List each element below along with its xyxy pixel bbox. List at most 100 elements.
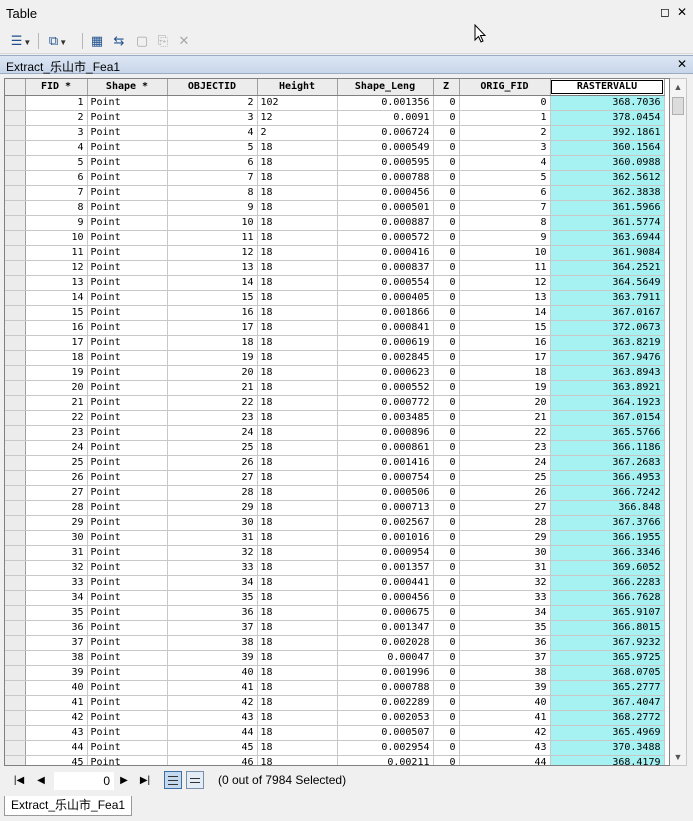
cell-shape-leng[interactable]: 0.002845 [337, 350, 434, 366]
table-row[interactable]: 21 Point 22 18 0.000772 0 20 364.1923 [5, 395, 665, 411]
cell-shape-leng[interactable]: 0.001016 [337, 530, 434, 546]
cell-height[interactable]: 18 [257, 635, 338, 651]
cell-z[interactable]: 0 [433, 275, 460, 291]
table-row[interactable]: 32 Point 33 18 0.001357 0 31 369.6052 [5, 560, 665, 576]
cell-height[interactable]: 18 [257, 200, 338, 216]
cell-orig-fid[interactable]: 6 [459, 185, 551, 201]
cell-shape-leng[interactable]: 0.000788 [337, 680, 434, 696]
cell-fid[interactable]: 41 [25, 695, 88, 711]
row-selector[interactable] [5, 275, 26, 291]
cell-orig-fid[interactable]: 36 [459, 635, 551, 651]
table-row[interactable]: 1 Point 2 102 0.001356 0 0 368.7036 [5, 95, 665, 111]
cell-z[interactable]: 0 [433, 425, 460, 441]
cell-orig-fid[interactable]: 34 [459, 605, 551, 621]
cell-orig-fid[interactable]: 40 [459, 695, 551, 711]
row-selector[interactable] [5, 695, 26, 711]
tab-close-icon[interactable]: ✕ [677, 57, 687, 71]
cell-rastervalu[interactable]: 367.3766 [550, 515, 665, 531]
cell-shape[interactable]: Point [87, 170, 168, 186]
cell-rastervalu[interactable]: 365.9107 [550, 605, 665, 621]
cell-rastervalu[interactable]: 362.5612 [550, 170, 665, 186]
cell-shape-leng[interactable]: 0.003485 [337, 410, 434, 426]
cell-shape-leng[interactable]: 0.000456 [337, 590, 434, 606]
cell-rastervalu[interactable]: 367.9476 [550, 350, 665, 366]
cell-z[interactable]: 0 [433, 350, 460, 366]
table-row[interactable]: 26 Point 27 18 0.000754 0 25 366.4953 [5, 470, 665, 486]
table-row[interactable]: 41 Point 42 18 0.002289 0 40 367.4047 [5, 695, 665, 711]
row-selector[interactable] [5, 560, 26, 576]
cell-z[interactable]: 0 [433, 95, 460, 111]
cell-shape[interactable]: Point [87, 365, 168, 381]
cell-rastervalu[interactable]: 363.8921 [550, 380, 665, 396]
cell-orig-fid[interactable]: 14 [459, 305, 551, 321]
cell-orig-fid[interactable]: 15 [459, 320, 551, 336]
cell-shape[interactable]: Point [87, 650, 168, 666]
row-selector[interactable] [5, 155, 26, 171]
cell-height[interactable]: 18 [257, 215, 338, 231]
cell-shape-leng[interactable]: 0.00211 [337, 755, 434, 765]
table-row[interactable]: 28 Point 29 18 0.000713 0 27 366.848 [5, 500, 665, 516]
dropdown-caret-icon[interactable]: ▼ [23, 38, 31, 47]
cell-fid[interactable]: 29 [25, 515, 88, 531]
cell-fid[interactable]: 38 [25, 650, 88, 666]
cell-shape-leng[interactable]: 0.000595 [337, 155, 434, 171]
cell-shape-leng[interactable]: 0.000837 [337, 260, 434, 276]
cell-orig-fid[interactable]: 37 [459, 650, 551, 666]
cell-objectid[interactable]: 36 [167, 605, 258, 621]
cell-rastervalu[interactable]: 366.1186 [550, 440, 665, 456]
cell-shape[interactable]: Point [87, 275, 168, 291]
cell-shape[interactable]: Point [87, 230, 168, 246]
table-row[interactable]: 27 Point 28 18 0.000506 0 26 366.7242 [5, 485, 665, 501]
cell-objectid[interactable]: 9 [167, 200, 258, 216]
cell-fid[interactable]: 25 [25, 455, 88, 471]
delete-selected-icon[interactable]: ✕ [176, 32, 192, 50]
cell-fid[interactable]: 10 [25, 230, 88, 246]
row-selector[interactable] [5, 545, 26, 561]
cell-rastervalu[interactable]: 368.4179 [550, 755, 665, 765]
cell-shape-leng[interactable]: 0.000506 [337, 485, 434, 501]
cell-z[interactable]: 0 [433, 155, 460, 171]
cell-objectid[interactable]: 38 [167, 635, 258, 651]
cell-objectid[interactable]: 28 [167, 485, 258, 501]
cell-height[interactable]: 18 [257, 590, 338, 606]
cell-height[interactable]: 18 [257, 650, 338, 666]
cell-height[interactable]: 18 [257, 245, 338, 261]
cell-shape[interactable]: Point [87, 425, 168, 441]
cell-orig-fid[interactable]: 3 [459, 140, 551, 156]
cell-rastervalu[interactable]: 364.5649 [550, 275, 665, 291]
cell-z[interactable]: 0 [433, 125, 460, 141]
scroll-down-icon[interactable]: ▼ [670, 749, 686, 765]
table-row[interactable]: 18 Point 19 18 0.002845 0 17 367.9476 [5, 350, 665, 366]
scroll-thumb[interactable] [672, 97, 684, 115]
table-row[interactable]: 24 Point 25 18 0.000861 0 23 366.1186 [5, 440, 665, 456]
cell-height[interactable]: 18 [257, 170, 338, 186]
cell-z[interactable]: 0 [433, 725, 460, 741]
cell-orig-fid[interactable]: 28 [459, 515, 551, 531]
cell-shape[interactable]: Point [87, 215, 168, 231]
cell-height[interactable]: 18 [257, 155, 338, 171]
cell-z[interactable]: 0 [433, 140, 460, 156]
row-selector[interactable] [5, 680, 26, 696]
cell-objectid[interactable]: 15 [167, 290, 258, 306]
cell-shape[interactable]: Point [87, 755, 168, 765]
cell-rastervalu[interactable]: 378.0454 [550, 110, 665, 126]
first-record-icon[interactable]: |◀ [12, 773, 26, 789]
cell-shape[interactable]: Point [87, 485, 168, 501]
cell-rastervalu[interactable]: 366.4953 [550, 470, 665, 486]
cell-orig-fid[interactable]: 22 [459, 425, 551, 441]
cell-height[interactable]: 102 [257, 95, 338, 111]
cell-orig-fid[interactable]: 9 [459, 230, 551, 246]
cell-objectid[interactable]: 3 [167, 110, 258, 126]
cell-height[interactable]: 12 [257, 110, 338, 126]
cell-height[interactable]: 18 [257, 365, 338, 381]
cell-z[interactable]: 0 [433, 410, 460, 426]
cell-fid[interactable]: 9 [25, 215, 88, 231]
cell-shape-leng[interactable]: 0.000456 [337, 185, 434, 201]
cell-shape[interactable]: Point [87, 155, 168, 171]
cell-rastervalu[interactable]: 366.3346 [550, 545, 665, 561]
row-selector[interactable] [5, 95, 26, 111]
cell-height[interactable]: 18 [257, 410, 338, 426]
cell-objectid[interactable]: 5 [167, 140, 258, 156]
cell-shape-leng[interactable]: 0.000754 [337, 470, 434, 486]
cell-z[interactable]: 0 [433, 515, 460, 531]
